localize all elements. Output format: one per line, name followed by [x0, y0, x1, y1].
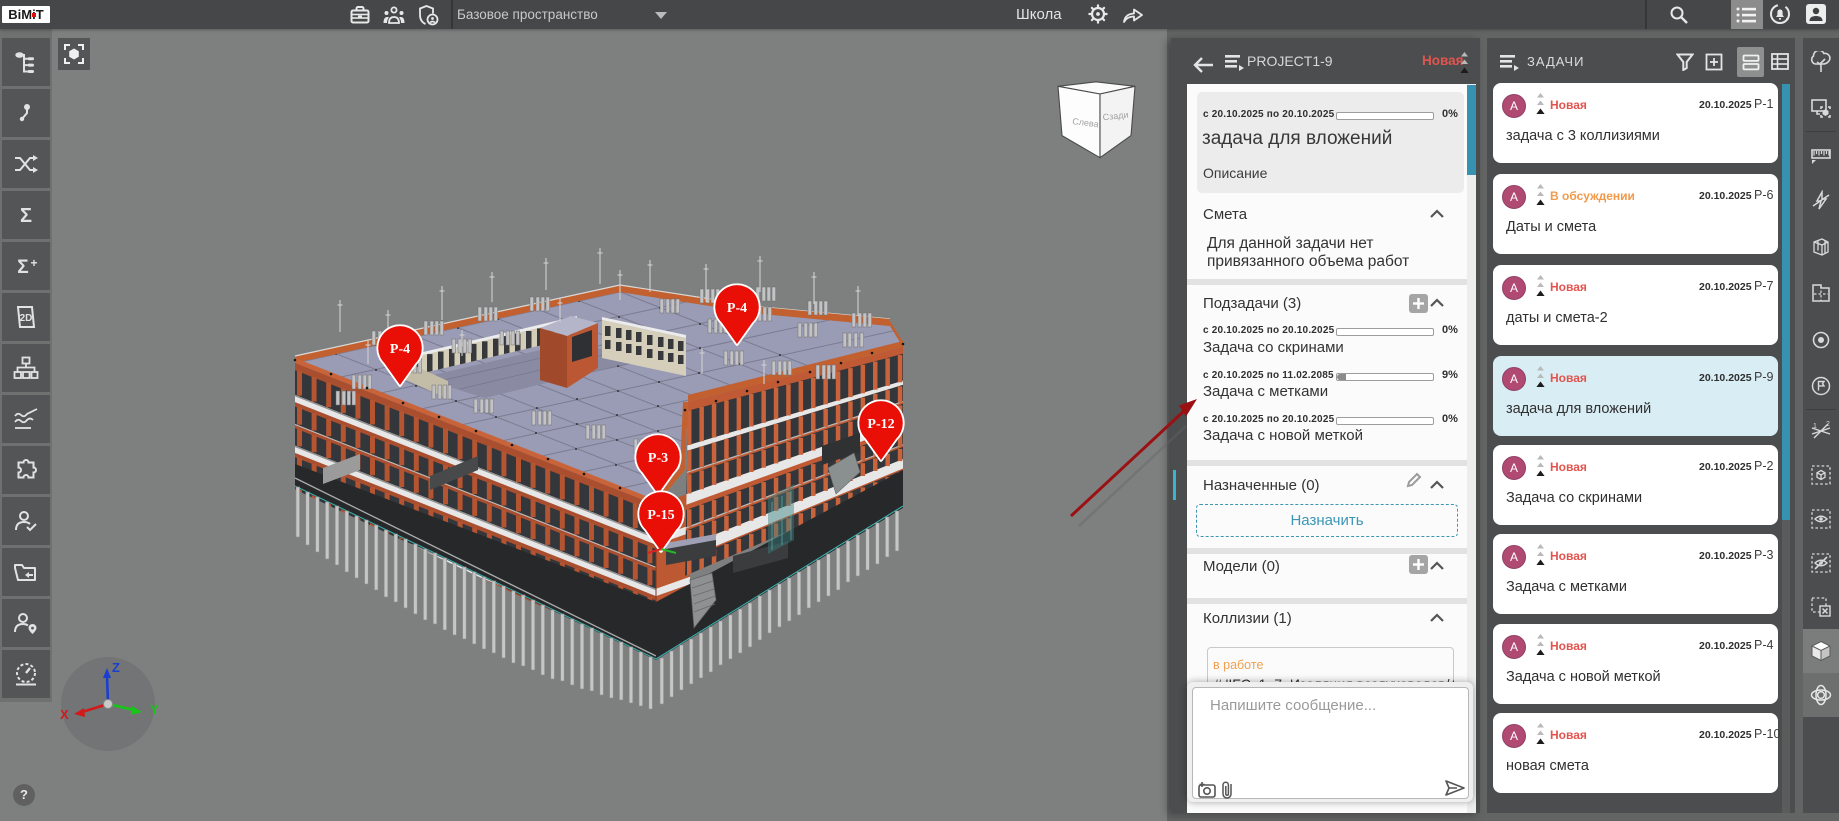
- svg-text:Σ: Σ: [20, 205, 32, 227]
- svg-text:+: +: [30, 256, 37, 270]
- svg-text:P-4: P-4: [727, 301, 747, 316]
- svg-text:P-15: P-15: [647, 508, 674, 523]
- svg-text:P-3: P-3: [648, 451, 668, 466]
- svg-text:P-12: P-12: [867, 417, 894, 432]
- svg-text:X: X: [60, 707, 69, 722]
- svg-text:2: 2: [1826, 421, 1830, 428]
- svg-text:P-4: P-4: [390, 342, 410, 357]
- svg-text:1: 1: [1813, 423, 1817, 430]
- svg-text:Z: Z: [112, 660, 120, 675]
- svg-text:Y: Y: [150, 702, 159, 717]
- svg-text:2D: 2D: [20, 313, 33, 324]
- svg-text:Σ: Σ: [17, 257, 28, 278]
